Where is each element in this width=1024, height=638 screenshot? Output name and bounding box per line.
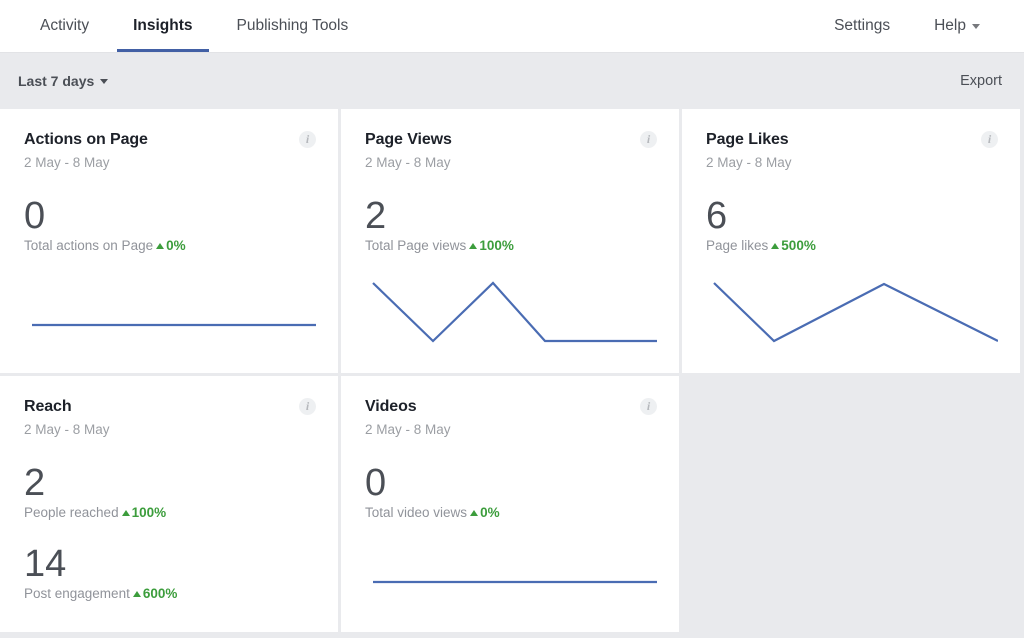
card-title: Page Views xyxy=(365,131,452,148)
metric-delta: 0% xyxy=(156,238,186,253)
info-icon[interactable]: i xyxy=(299,131,316,148)
metric-delta-value: 100% xyxy=(479,238,514,253)
tab-publishing-tools-label: Publishing Tools xyxy=(236,17,349,34)
export-button[interactable]: Export xyxy=(960,73,1002,89)
metric-label: Total video views 0% xyxy=(365,505,657,520)
sparkline-path xyxy=(372,281,657,343)
metric-delta-value: 100% xyxy=(131,505,167,520)
metric-label-text: Total Page views xyxy=(365,238,467,253)
secondary-nav: Settings Help xyxy=(812,0,1024,52)
date-range-selector[interactable]: Last 7 days xyxy=(18,73,109,89)
card-date-range: 2 May - 8 May xyxy=(24,155,110,170)
card-date-range: 2 May - 8 May xyxy=(365,422,451,437)
metric-delta: 100% xyxy=(121,505,167,520)
metric-value: 2 xyxy=(365,195,387,237)
sparkline-chart xyxy=(373,580,657,584)
arrow-up-icon xyxy=(469,243,478,249)
info-icon[interactable]: i xyxy=(299,398,316,415)
metric-block: 0 Total video views 0% xyxy=(365,463,657,520)
metric-block: 2 Total Page views 100% xyxy=(365,196,657,253)
metric-block: 0 Total actions on Page 0% xyxy=(24,196,316,253)
nav-help[interactable]: Help xyxy=(912,0,1002,52)
card-date-range: 2 May - 8 May xyxy=(24,422,110,437)
empty-grid-cell xyxy=(682,376,1020,632)
arrow-up-icon xyxy=(156,243,165,249)
card-reach[interactable]: Reach 2 May - 8 May i 2 People reached 10… xyxy=(0,376,338,632)
metric-block-secondary: 14 Post engagement 600% xyxy=(24,544,316,601)
tab-insights-label: Insights xyxy=(133,17,193,34)
chevron-down-icon xyxy=(100,78,109,84)
metric-label-text: Total video views xyxy=(365,505,468,520)
primary-tabs: Activity Insights Publishing Tools xyxy=(0,0,370,52)
metric-label: Page likes 500% xyxy=(706,238,998,253)
metric-label-text: Page likes xyxy=(706,238,769,253)
insights-card-grid: Actions on Page 2 May - 8 May i 0 Total … xyxy=(0,109,1024,632)
metric-value: 2 xyxy=(24,462,46,504)
metric-value: 14 xyxy=(24,543,67,585)
nav-help-label: Help xyxy=(934,17,966,34)
metric-value: 6 xyxy=(706,195,728,237)
metric-delta: 500% xyxy=(771,238,816,253)
sparkline-chart xyxy=(372,281,657,343)
arrow-up-icon xyxy=(470,510,479,516)
nav-settings-label: Settings xyxy=(834,17,891,34)
card-actions-on-page[interactable]: Actions on Page 2 May - 8 May i 0 Total … xyxy=(0,109,338,373)
tab-activity-label: Activity xyxy=(40,17,90,34)
card-title: Videos xyxy=(365,398,417,415)
metric-label: Post engagement 600% xyxy=(24,586,316,601)
metric-delta: 600% xyxy=(132,586,178,601)
metric-label: Total actions on Page 0% xyxy=(24,238,316,253)
info-icon[interactable]: i xyxy=(640,398,657,415)
card-title: Reach xyxy=(24,398,72,415)
metric-block: 6 Page likes 500% xyxy=(706,196,998,253)
arrow-up-icon xyxy=(771,243,780,249)
metric-delta: 0% xyxy=(470,505,500,520)
card-page-views[interactable]: Page Views 2 May - 8 May i 2 Total Page … xyxy=(341,109,679,373)
metric-delta: 100% xyxy=(469,238,514,253)
metric-value: 0 xyxy=(24,195,46,237)
metric-label-text: Total actions on Page xyxy=(24,238,154,253)
nav-settings[interactable]: Settings xyxy=(812,0,912,52)
arrow-up-icon xyxy=(132,591,141,597)
info-icon[interactable]: i xyxy=(640,131,657,148)
arrow-up-icon xyxy=(121,510,130,516)
metric-label: People reached 100% xyxy=(24,505,316,520)
card-title: Page Likes xyxy=(706,131,789,148)
metric-label: Total Page views 100% xyxy=(365,238,657,253)
date-range-label: Last 7 days xyxy=(18,73,95,89)
metric-label-text: People reached xyxy=(24,505,119,520)
metric-delta-value: 600% xyxy=(142,586,178,601)
card-date-range: 2 May - 8 May xyxy=(365,155,451,170)
card-videos[interactable]: Videos 2 May - 8 May i 0 Total video vie… xyxy=(341,376,679,632)
card-date-range: 2 May - 8 May xyxy=(706,155,792,170)
metric-block: 2 People reached 100% xyxy=(24,463,316,520)
card-title: Actions on Page xyxy=(24,131,148,148)
sparkline-chart xyxy=(713,282,998,343)
sparkline-path xyxy=(713,282,998,343)
metric-delta-value: 0% xyxy=(480,505,500,520)
metric-label-text: Post engagement xyxy=(24,586,130,601)
tab-publishing-tools[interactable]: Publishing Tools xyxy=(215,0,371,52)
top-navigation-bar: Activity Insights Publishing Tools Setti… xyxy=(0,0,1024,53)
sparkline-chart xyxy=(32,323,316,327)
card-page-likes[interactable]: Page Likes 2 May - 8 May i 6 Page likes 5… xyxy=(682,109,1020,373)
metric-value: 0 xyxy=(365,462,387,504)
chevron-down-icon xyxy=(972,23,980,29)
info-icon[interactable]: i xyxy=(981,131,998,148)
tab-activity[interactable]: Activity xyxy=(18,0,111,52)
insights-toolbar: Last 7 days Export xyxy=(0,53,1024,109)
tab-insights[interactable]: Insights xyxy=(111,0,214,52)
metric-delta-value: 500% xyxy=(781,238,816,253)
metric-delta-value: 0% xyxy=(166,238,186,253)
